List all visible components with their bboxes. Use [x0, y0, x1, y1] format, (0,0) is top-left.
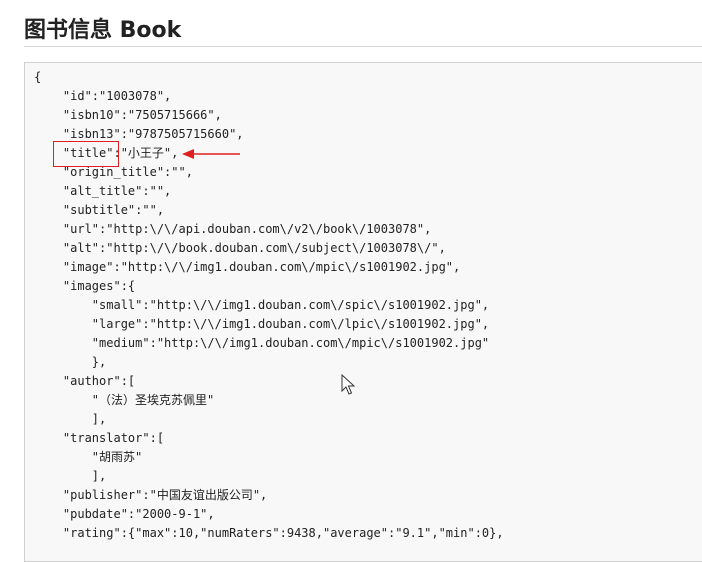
code-line: "origin_title":"",: [34, 165, 193, 179]
code-line: "rating":{"max":10,"numRaters":9438,"ave…: [34, 526, 504, 540]
code-line: "alt":"http:\/\/book.douban.com\/subject…: [34, 241, 446, 255]
code-line: "small":"http:\/\/img1.douban.com\/spic\…: [34, 298, 490, 312]
code-line: "large":"http:\/\/img1.douban.com\/lpic\…: [34, 317, 490, 331]
code-line: "id":"1003078",: [34, 89, 172, 103]
page-title: 图书信息 Book: [24, 18, 182, 43]
code-line: "subtitle":"",: [34, 203, 165, 217]
red-arrow-icon: [182, 149, 240, 159]
code-line: "isbn10":"7505715666",: [34, 108, 222, 122]
code-line: "胡雨苏": [34, 450, 143, 464]
code-line: "url":"http:\/\/api.douban.com\/v2\/book…: [34, 222, 432, 236]
code-line: ],: [34, 412, 107, 426]
code-line: },: [34, 355, 107, 369]
code-line: "publisher":"中国友谊出版公司",: [34, 488, 268, 502]
code-line: "isbn13":"9787505715660",: [34, 127, 244, 141]
code-line: "alt_title":"",: [34, 184, 172, 198]
code-line: "pubdate":"2000-9-1",: [34, 507, 215, 521]
code-line: {: [34, 70, 42, 84]
code-line-title: "title":"小王子",: [34, 146, 179, 160]
code-line: "translator":[: [34, 431, 165, 445]
mouse-cursor-icon: [341, 374, 356, 395]
code-line: "image":"http:\/\/img1.douban.com\/mpic\…: [34, 260, 461, 274]
code-line: "（法）圣埃克苏佩里": [34, 393, 215, 407]
code-line: ],: [34, 469, 107, 483]
code-line: "images":{: [34, 279, 136, 293]
title-divider: [24, 46, 702, 47]
code-line: "medium":"http:\/\/img1.douban.com\/mpic…: [34, 336, 490, 350]
code-line: "author":[: [34, 374, 136, 388]
